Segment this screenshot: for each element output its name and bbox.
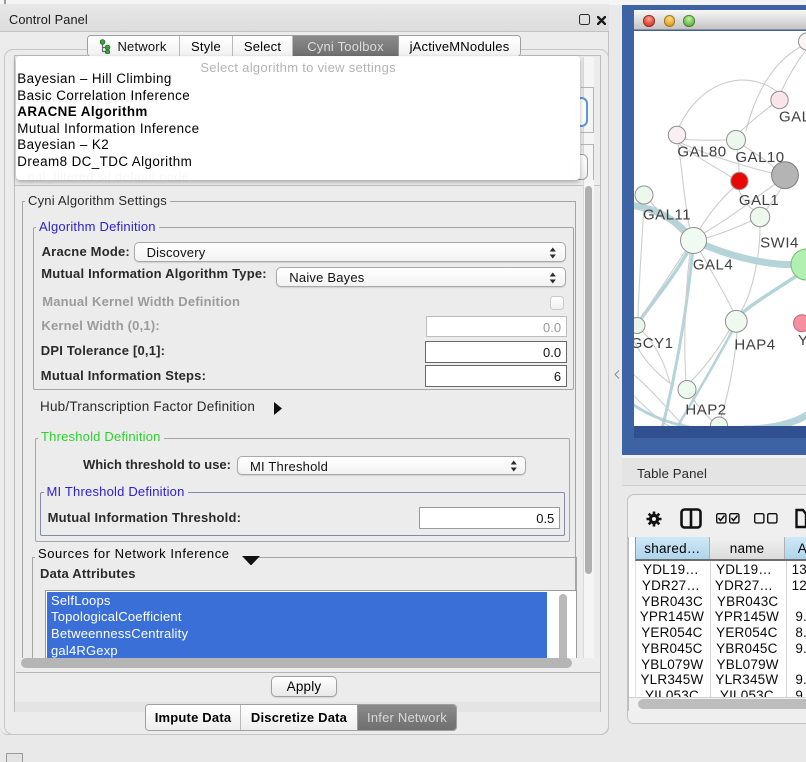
svg-text:GAL80: GAL80	[677, 143, 726, 160]
svg-text:SWI4: SWI4	[760, 234, 799, 251]
svg-text:HAP2: HAP2	[685, 401, 726, 418]
svg-text:GAL1: GAL1	[739, 192, 779, 209]
svg-text:HAP4: HAP4	[734, 336, 775, 353]
svg-text:GAL11: GAL11	[643, 206, 691, 223]
svg-text:GAL4: GAL4	[693, 256, 733, 273]
svg-text:GAL10: GAL10	[735, 149, 784, 166]
svg-text:GAL7: GAL7	[779, 108, 806, 125]
svg-text:YM: YM	[798, 332, 806, 349]
svg-text:GCY1: GCY1	[634, 335, 673, 352]
